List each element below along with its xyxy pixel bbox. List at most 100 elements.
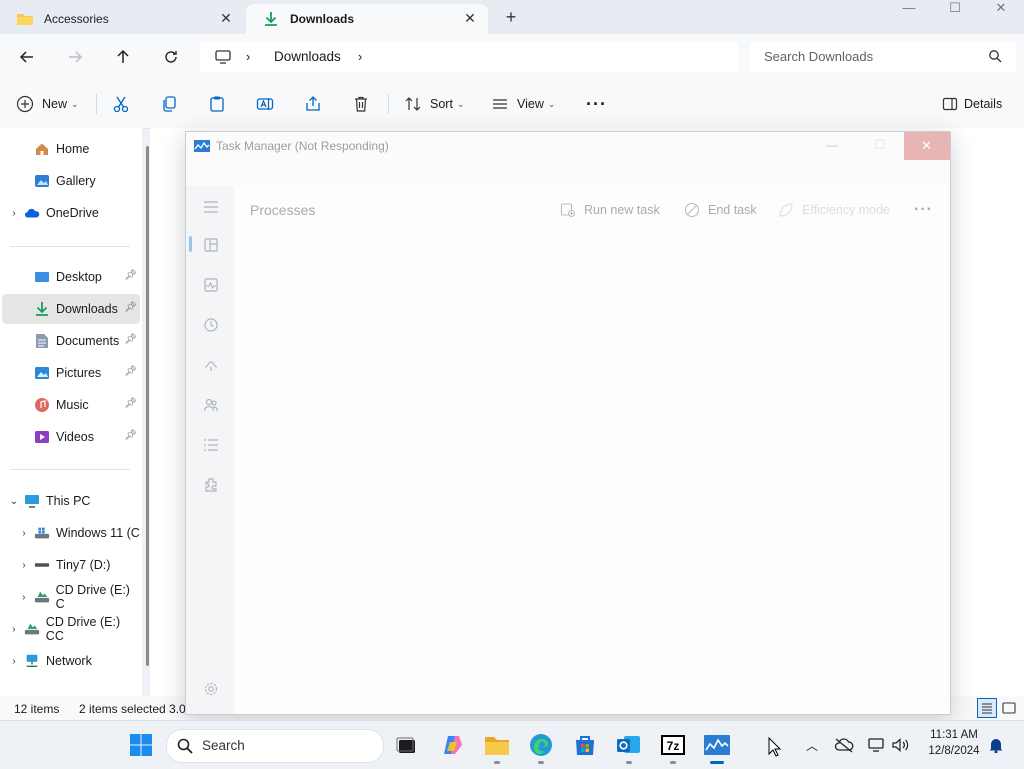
refresh-button[interactable]: [158, 44, 184, 70]
sidebar-item-downloads[interactable]: Downloads 📌︎: [2, 294, 140, 324]
chevron-down-icon: ⌄: [547, 98, 556, 109]
chevron-right-icon[interactable]: ›: [18, 528, 30, 539]
hamburger-menu-icon[interactable]: [202, 198, 220, 216]
network-status-icon[interactable]: [866, 735, 886, 755]
close-tab-icon[interactable]: ✕: [218, 10, 234, 26]
share-button[interactable]: [304, 92, 322, 116]
tiles-view-button[interactable]: [1001, 700, 1017, 719]
download-icon: [34, 301, 50, 317]
minimize-button[interactable]: —: [826, 138, 838, 152]
chevron-down-icon[interactable]: ⌄: [8, 496, 20, 507]
close-tab-icon[interactable]: ✕: [462, 10, 478, 26]
sidebar-item-videos[interactable]: Videos 📌︎: [2, 422, 140, 452]
settings-gear-icon[interactable]: [202, 680, 220, 698]
close-window-button[interactable]: ✕: [978, 0, 1024, 16]
copy-button[interactable]: [160, 92, 178, 116]
taskbar-search[interactable]: Search: [166, 729, 384, 763]
users-icon[interactable]: [202, 396, 220, 414]
startup-apps-icon[interactable]: [202, 356, 220, 374]
sidebar-item-documents[interactable]: Documents 📌︎: [2, 326, 140, 356]
task-view-button[interactable]: [393, 732, 419, 758]
sidebar-item-drive-d[interactable]: › Tiny7 (D:): [2, 550, 140, 580]
minimize-button[interactable]: —: [886, 0, 932, 16]
new-tab-button[interactable]: +: [498, 6, 524, 28]
maximize-button[interactable]: ☐: [874, 137, 886, 153]
forward-button[interactable]: [62, 44, 88, 70]
performance-icon[interactable]: [202, 276, 220, 294]
task-manager-window[interactable]: Task Manager (Not Responding) — ☐ ✕ Proc…: [185, 131, 951, 715]
chevron-right-icon[interactable]: ›: [246, 49, 250, 64]
chevron-right-icon[interactable]: ›: [8, 208, 20, 219]
sidebar-item-cd-drive[interactable]: › CD Drive (E:) C: [2, 582, 140, 612]
rename-button[interactable]: [256, 92, 274, 116]
task-manager-app[interactable]: [704, 732, 730, 758]
delete-button[interactable]: [352, 92, 370, 116]
clock-date[interactable]: 12/8/2024: [924, 745, 984, 757]
sidebar-item-home[interactable]: Home: [2, 134, 140, 164]
sidebar-item-label: Tiny7 (D:): [56, 558, 111, 572]
chevron-down-icon: ⌄: [71, 98, 79, 109]
sidebar-item-cd-drive-root[interactable]: › CD Drive (E:) CC: [2, 614, 140, 644]
show-hidden-icons-button[interactable]: ︿: [802, 735, 822, 755]
tab-downloads[interactable]: Downloads ✕: [246, 4, 488, 34]
chevron-right-icon[interactable]: ›: [8, 624, 20, 635]
windows-drive-icon: [34, 525, 50, 541]
notification-bell-icon[interactable]: [986, 735, 1006, 755]
view-button[interactable]: View ⌄: [491, 92, 555, 116]
processes-icon[interactable]: [202, 236, 220, 254]
sidebar-item-onedrive[interactable]: › OneDrive: [2, 198, 140, 228]
up-button[interactable]: [110, 44, 136, 70]
sidebar-item-desktop[interactable]: Desktop 📌︎: [2, 262, 140, 292]
sidebar-scrollbar[interactable]: [146, 146, 149, 666]
services-icon[interactable]: [202, 476, 220, 494]
breadcrumb-downloads[interactable]: Downloads: [274, 49, 341, 64]
sidebar-item-this-pc[interactable]: ⌄ This PC: [2, 486, 140, 516]
edge-app[interactable]: [528, 732, 554, 758]
close-window-button[interactable]: ✕: [904, 132, 950, 160]
outlook-app[interactable]: [616, 732, 642, 758]
app-history-icon[interactable]: [202, 316, 220, 334]
end-task-button[interactable]: End task: [684, 200, 757, 220]
tab-accessories[interactable]: Accessories ✕: [0, 4, 244, 34]
chevron-right-icon[interactable]: ›: [18, 592, 30, 603]
sidebar-item-pictures[interactable]: Pictures 📌︎: [2, 358, 140, 388]
sort-button[interactable]: Sort ⌄: [404, 92, 464, 116]
sidebar-item-drive-c[interactable]: › Windows 11 (C: [2, 518, 140, 548]
back-button[interactable]: [14, 44, 40, 70]
run-new-task-button[interactable]: Run new task: [560, 200, 660, 220]
computer-icon: [214, 49, 232, 68]
cd-drive-icon: [24, 621, 40, 637]
clock-time[interactable]: 11:31 AM: [924, 729, 984, 741]
address-bar[interactable]: › Downloads ›: [200, 42, 738, 72]
efficiency-mode-button[interactable]: Efficiency mode: [778, 200, 890, 220]
cut-button[interactable]: [112, 92, 130, 116]
outlook-icon: [617, 736, 640, 753]
sidebar-item-network[interactable]: › Network: [2, 646, 140, 676]
details-view-button[interactable]: [977, 698, 997, 718]
search-icon[interactable]: [988, 49, 1002, 66]
more-options-button[interactable]: ···: [586, 92, 607, 116]
7zip-app[interactable]: 7z: [660, 732, 686, 758]
tab-label: Accessories: [44, 12, 109, 26]
maximize-button[interactable]: ☐: [932, 0, 978, 16]
trash-icon: [355, 96, 367, 112]
store-icon: [576, 736, 594, 755]
start-button[interactable]: [128, 732, 154, 758]
copilot-app[interactable]: [440, 732, 466, 758]
chevron-right-icon[interactable]: ›: [8, 656, 20, 667]
search-input[interactable]: Search Downloads: [750, 42, 1016, 72]
details-button[interactable]: Details: [942, 92, 1002, 116]
store-app[interactable]: [572, 732, 598, 758]
file-explorer-app[interactable]: [484, 732, 510, 758]
paste-button[interactable]: [208, 92, 226, 116]
chevron-right-icon[interactable]: ›: [358, 49, 362, 64]
cd-drive-icon: [34, 589, 50, 605]
sidebar-item-gallery[interactable]: Gallery: [2, 166, 140, 196]
new-button[interactable]: New ⌄: [16, 92, 79, 116]
onedrive-status-icon[interactable]: [834, 735, 854, 755]
more-options-button[interactable]: ···: [914, 200, 933, 220]
volume-icon[interactable]: [891, 735, 911, 755]
chevron-right-icon[interactable]: ›: [18, 560, 30, 571]
sidebar-item-music[interactable]: Music 📌︎: [2, 390, 140, 420]
details-list-icon[interactable]: [202, 436, 220, 454]
